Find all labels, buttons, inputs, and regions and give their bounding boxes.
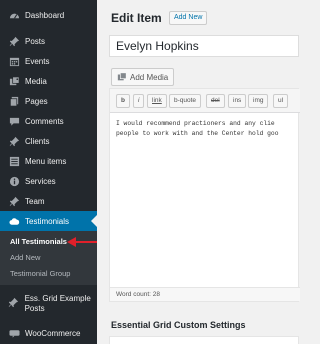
editor-line: I would recommend practioners and any cl… [116,120,275,127]
sidebar-item-media[interactable]: Media [0,71,97,91]
pushpin-icon [4,31,24,51]
woocommerce-icon [4,323,24,343]
sidebar-item-label: Comments [25,116,64,126]
annotation-arrow [67,237,97,247]
pushpin-icon [4,191,24,211]
essential-grid-settings-panel [109,336,299,344]
text-editor: b i link b-quote del ins img ul I would … [109,88,300,302]
sidebar-item-label: Media [25,76,47,86]
sidebar-item-events[interactable]: Events [0,51,97,71]
submenu-item-all-testimonials[interactable]: All Testimonials [10,237,67,246]
sidebar-item-comments[interactable]: Comments [0,111,97,131]
comments-icon [4,111,24,131]
sidebar-item-team[interactable]: Team [0,191,97,211]
sidebar-item-label: Posts [25,36,46,46]
sidebar-item-label: Dashboard [25,10,65,20]
cloud-icon [4,211,24,231]
toolbar-bquote-button[interactable]: b-quote [169,94,202,108]
submenu-item-add-new[interactable]: Add New [10,253,40,262]
calendar-icon [4,51,24,71]
pages-icon [4,91,24,111]
dashboard-icon [4,5,24,25]
info-icon [4,171,24,191]
editor-line: people to work with and the Center hold … [116,130,279,137]
sidebar-item-clients[interactable]: Clients [0,131,97,151]
pushpin-icon [4,292,24,312]
toolbar-img-button[interactable]: img [248,94,269,108]
add-media-button[interactable]: Add Media [111,68,175,86]
submenu-item-testimonial-group[interactable]: Testimonial Group [10,269,70,278]
sidebar-item-label: Team [25,196,45,206]
add-media-label: Add Media [130,72,169,82]
sidebar-item-menu-items[interactable]: Menu items [0,151,97,171]
toolbar-bold-button[interactable]: b [116,94,130,108]
toolbar-ins-button[interactable]: ins [228,94,247,108]
sidebar-item-label: WooCommerce [25,328,81,338]
page-title: Edit Item [111,11,162,25]
toolbar-del-button[interactable]: del [206,94,225,108]
admin-sidebar: Dashboard Posts Events Media Pages Comme… [0,0,97,344]
toolbar-ul-button[interactable]: ul [273,94,289,108]
main-content: Edit Item Add New Add Media b i link b-q… [97,0,300,344]
sidebar-item-label: Events [25,56,50,66]
editor-textarea[interactable]: I would recommend practioners and any cl… [116,119,298,139]
quicktags-toolbar: b i link b-quote del ins img ul [110,89,300,113]
sidebar-item-testimonials[interactable]: Testimonials [0,211,97,231]
sidebar-item-label: Testimonials [25,216,70,226]
sidebar-item-pages[interactable]: Pages [0,91,97,111]
toolbar-italic-button[interactable]: i [133,94,145,108]
sidebar-item-posts[interactable]: Posts [0,31,97,51]
sidebar-item-services[interactable]: Services [0,171,97,191]
sidebar-item-label: Ess. Grid Example Posts [24,294,91,313]
toolbar-link-button[interactable]: link [147,94,167,108]
sidebar-item-woocommerce[interactable]: WooCommerce [0,323,97,343]
pushpin-icon [4,131,24,151]
sidebar-item-label: Clients [25,136,50,146]
essential-grid-settings-title: Essential Grid Custom Settings [111,320,246,330]
add-media-icon [117,72,127,82]
sidebar-item-dashboard[interactable]: Dashboard [0,5,97,25]
sidebar-item-label: Pages [25,96,48,106]
list-icon [4,151,24,171]
sidebar-item-label: Menu items [25,156,67,166]
sidebar-item-ess-grid-example-posts[interactable]: Ess. Grid Example Posts [0,290,97,318]
add-new-button[interactable]: Add New [169,11,208,25]
title-input[interactable] [109,35,299,57]
word-count: Word count: 28 [110,287,300,301]
sidebar-item-label: Services [25,176,56,186]
media-icon [4,71,24,91]
